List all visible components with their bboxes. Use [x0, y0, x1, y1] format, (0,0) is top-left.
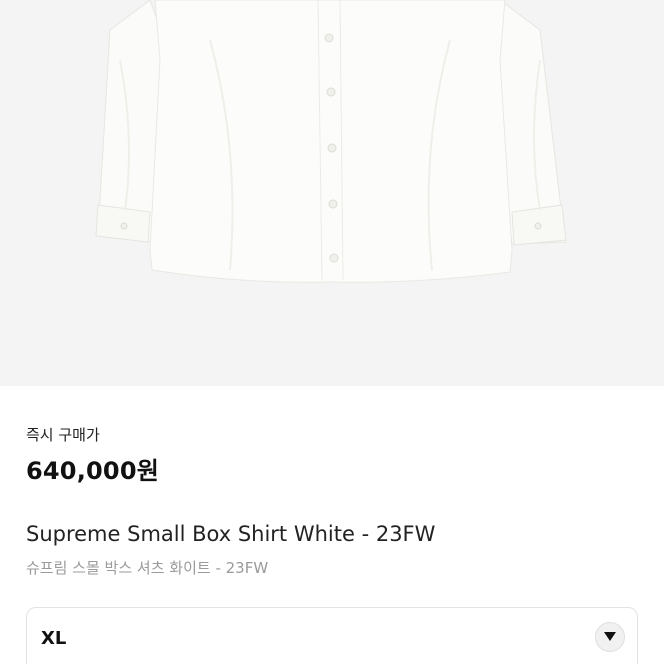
- chevron-down-glyph: [604, 632, 616, 641]
- size-select[interactable]: XL: [26, 607, 638, 664]
- product-page: 즉시 구매가 640,000원 Supreme Small Box Shirt …: [0, 0, 664, 664]
- shirt-illustration: [95, 0, 567, 283]
- price-label: 즉시 구매가: [26, 426, 100, 444]
- chevron-down-icon[interactable]: [595, 622, 625, 652]
- price-value: 640,000원: [26, 457, 159, 485]
- product-title: Supreme Small Box Shirt White - 23FW: [26, 522, 436, 546]
- product-subtitle: 슈프림 스몰 박스 셔츠 화이트 - 23FW: [26, 559, 269, 577]
- size-value: XL: [41, 628, 67, 649]
- product-image[interactable]: [0, 0, 664, 386]
